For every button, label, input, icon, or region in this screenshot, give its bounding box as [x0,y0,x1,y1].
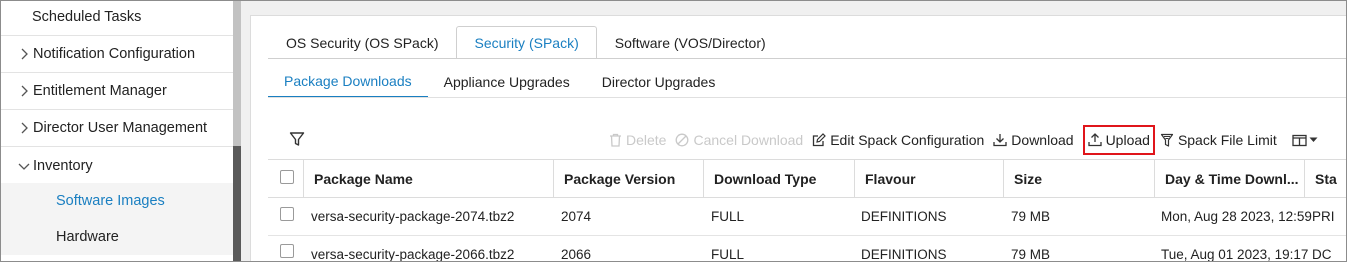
column-header-day-time[interactable]: Day & Time Downl... [1154,160,1304,198]
edit-spack-configuration-button[interactable]: Edit Spack Configuration [812,129,984,151]
cell-package-version: 2074 [561,209,592,224]
cancel-download-button[interactable]: Cancel Download [675,129,803,151]
edit-spack-configuration-label: Edit Spack Configuration [830,132,985,148]
delete-button[interactable]: Delete [609,129,666,151]
column-header-label: Package Version [564,171,676,187]
tab-label: OS Security (OS SPack) [286,35,439,51]
filter-icon[interactable] [287,129,307,149]
cell-size: 79 MB [1011,247,1051,262]
column-header-label: Day & Time Downl... [1165,171,1299,187]
tab-label: Security (SPack) [474,35,579,51]
chevron-down-icon [17,162,31,170]
cell-status: PRI [1312,209,1335,224]
trash-icon [610,133,621,147]
sidebar-item-inventory[interactable]: Inventory [1,147,233,184]
cell-day-time: Tue, Aug 01 2023, 19:17 [1161,247,1309,262]
sidebar-scrollbar-track-upper [233,1,241,146]
table-row[interactable]: versa-security-package-2074.tbz2 2074 FU… [268,198,1346,236]
sidebar-subitem-label: Hardware [56,229,119,245]
column-header-label: Package Name [314,171,413,187]
primary-tabs: OS Security (OS SPack) Security (SPack) … [268,26,784,59]
spack-file-limit-label: Spack File Limit [1177,132,1277,148]
select-all-checkbox[interactable] [280,170,294,184]
toolbar: Delete Cancel Download Edit Spack Config… [609,125,1318,155]
tab-software-vos-director[interactable]: Software (VOS/Director) [597,26,784,59]
column-header-label: Sta [1315,171,1337,187]
sidebar-item-label: Notification Configuration [33,46,196,62]
cell-size: 79 MB [1011,209,1051,224]
sidebar-subitem-label: Software Images [56,193,165,209]
secondary-tabs-divider [268,97,1346,98]
cell-package-name: versa-security-package-2066.tbz2 [311,247,515,262]
delete-label: Delete [626,132,667,148]
table-header: Package Name Package Version Download Ty… [268,159,1346,198]
column-header-package-version[interactable]: Package Version [553,160,703,198]
row-checkbox[interactable] [280,244,294,258]
sidebar-item-entitlement-manager[interactable]: Entitlement Manager [1,73,233,110]
tab-director-upgrades[interactable]: Director Upgrades [586,65,732,98]
sidebar-item-label: Inventory [33,157,93,174]
sidebar-subitem-software-images[interactable]: Software Images [1,183,233,219]
column-header-size[interactable]: Size [1003,160,1154,198]
chevron-right-icon [17,48,31,60]
file-limit-icon [1160,133,1174,147]
download-button[interactable]: Download [993,129,1074,151]
upload-label: Upload [1105,132,1150,148]
spack-file-limit-button[interactable]: Spack File Limit [1160,129,1277,151]
sidebar: Scheduled Tasks Notification Configurati… [1,1,233,261]
cancel-download-label: Cancel Download [693,132,804,148]
column-header-status[interactable]: Sta [1304,160,1346,198]
tab-security-spack[interactable]: Security (SPack) [456,26,597,59]
upload-icon [1087,133,1102,147]
download-label: Download [1011,132,1074,148]
sidebar-subitem-hardware[interactable]: Hardware [1,219,233,255]
cell-flavour: DEFINITIONS [861,247,947,262]
tab-label: Appliance Upgrades [443,73,570,90]
sidebar-item-label: Director User Management [33,120,208,136]
cell-package-version: 2066 [561,247,592,262]
window: Scheduled Tasks Notification Configurati… [0,0,1347,262]
column-picker-button[interactable] [1292,129,1318,151]
primary-tabs-divider [268,58,1346,59]
cell-status: DC [1312,247,1332,262]
cell-day-time: Mon, Aug 28 2023, 12:59 [1161,209,1312,224]
column-header-package-name[interactable]: Package Name [303,160,553,198]
sidebar-item-label: Scheduled Tasks [32,9,142,25]
cell-download-type: FULL [711,209,745,224]
edit-icon [813,133,827,147]
cell-download-type: FULL [711,247,745,262]
cell-package-name: versa-security-package-2074.tbz2 [311,209,515,224]
tab-label: Package Downloads [284,72,412,89]
column-header-flavour[interactable]: Flavour [854,160,1003,198]
cancel-icon [676,133,689,147]
sidebar-item-notification-configuration[interactable]: Notification Configuration [1,36,233,73]
secondary-tabs: Package Downloads Appliance Upgrades Dir… [268,65,731,98]
row-checkbox[interactable] [280,207,294,221]
tab-label: Software (VOS/Director) [614,35,766,51]
column-header-download-type[interactable]: Download Type [703,160,854,198]
upload-button[interactable]: Upload [1082,125,1155,155]
sidebar-item-director-user-management[interactable]: Director User Management [1,110,233,147]
tab-label: Director Upgrades [601,73,716,90]
caret-down-icon [1309,137,1318,142]
column-header-label: Download Type [714,171,817,187]
columns-icon [1292,134,1307,146]
cell-flavour: DEFINITIONS [861,209,947,224]
chevron-right-icon [17,122,31,134]
column-header-label: Size [1014,171,1043,187]
tab-appliance-upgrades[interactable]: Appliance Upgrades [428,65,586,98]
column-header-label: Flavour [865,171,916,187]
sidebar-item-label: Entitlement Manager [33,83,167,99]
chevron-right-icon [17,85,31,97]
download-icon [993,134,1007,147]
tab-package-downloads[interactable]: Package Downloads [268,65,428,98]
sidebar-item-scheduled-tasks[interactable]: Scheduled Tasks [1,1,233,36]
sidebar-scrollbar-thumb[interactable] [233,146,241,261]
tab-os-security[interactable]: OS Security (OS SPack) [268,26,456,59]
table-row[interactable]: versa-security-package-2066.tbz2 2066 FU… [268,236,1346,262]
